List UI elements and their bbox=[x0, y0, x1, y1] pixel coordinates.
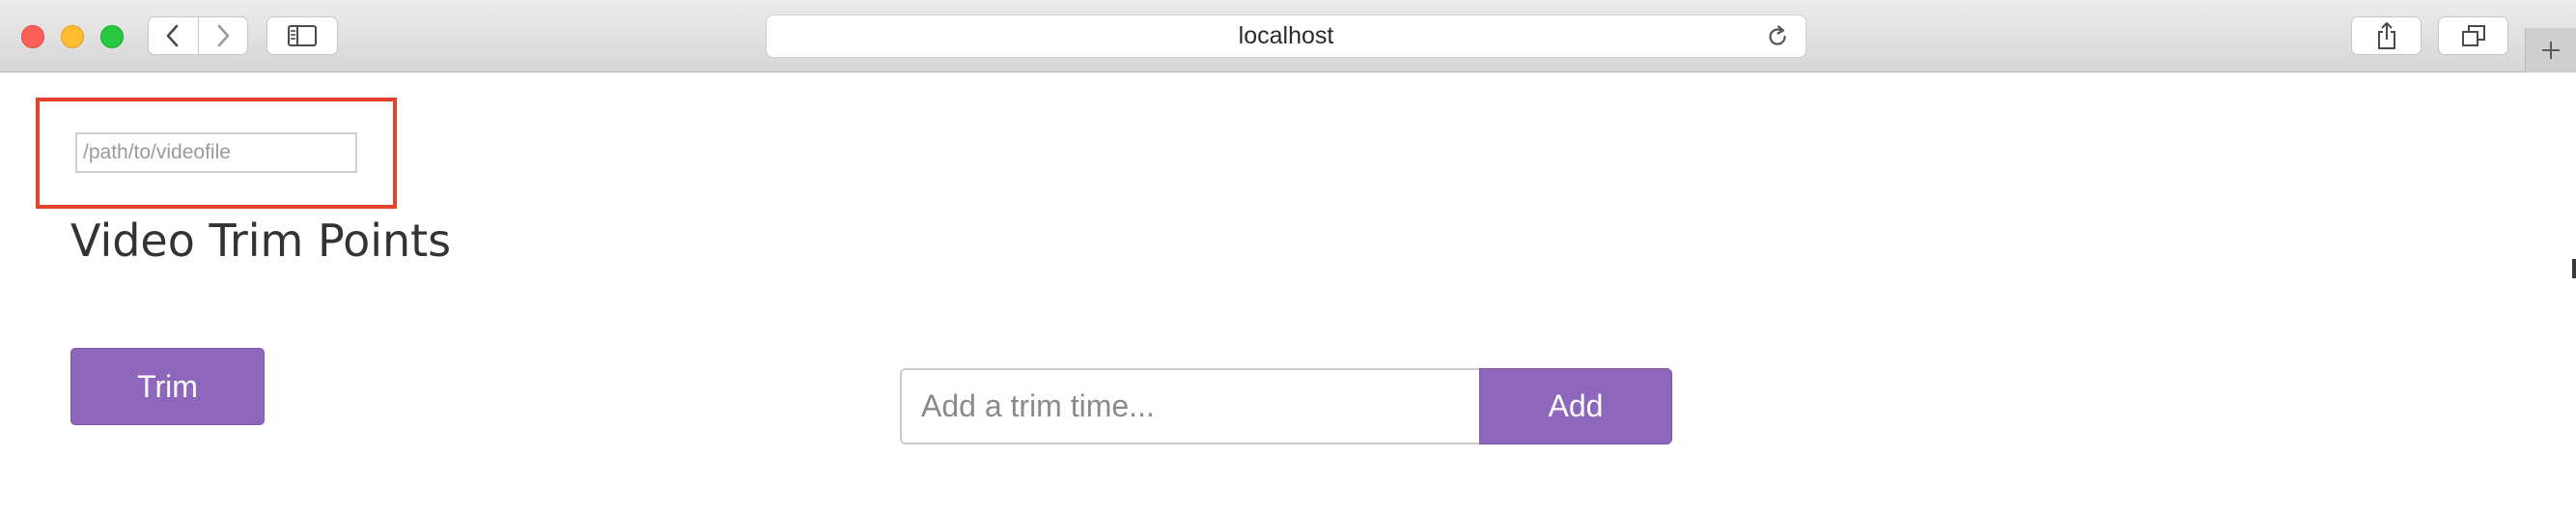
forward-button[interactable] bbox=[197, 17, 248, 54]
page-title: Video Trim Points bbox=[70, 215, 452, 267]
add-button-label: Add bbox=[1548, 388, 1604, 423]
chevron-right-icon bbox=[217, 24, 230, 47]
navigation-buttons bbox=[148, 16, 248, 55]
share-button[interactable] bbox=[2351, 16, 2422, 55]
trim-button[interactable]: Trim bbox=[70, 348, 265, 425]
sidebar-button[interactable] bbox=[266, 16, 338, 55]
share-icon bbox=[2377, 22, 2395, 49]
add-button[interactable]: Add bbox=[1479, 368, 1672, 444]
minimize-window-button[interactable] bbox=[61, 25, 84, 48]
close-window-button[interactable] bbox=[21, 25, 44, 48]
browser-toolbar: localhost bbox=[0, 0, 2576, 72]
scroll-indicator bbox=[2572, 259, 2576, 278]
video-path-input[interactable] bbox=[75, 132, 357, 173]
sidebar-icon bbox=[288, 25, 317, 46]
tabs-overview-button[interactable] bbox=[2438, 16, 2508, 55]
back-button[interactable] bbox=[149, 17, 198, 54]
address-text: localhost bbox=[1238, 22, 1334, 49]
new-tab-button[interactable] bbox=[2525, 28, 2576, 72]
reload-icon[interactable] bbox=[1765, 24, 1790, 49]
chevron-left-icon bbox=[166, 24, 179, 47]
address-bar[interactable]: localhost bbox=[766, 14, 1806, 58]
plus-icon bbox=[2542, 42, 2560, 59]
trim-button-label: Trim bbox=[137, 368, 198, 404]
zoom-window-button[interactable] bbox=[100, 25, 124, 48]
tabs-overview-icon bbox=[2461, 25, 2485, 46]
trim-time-input[interactable] bbox=[900, 368, 1479, 444]
